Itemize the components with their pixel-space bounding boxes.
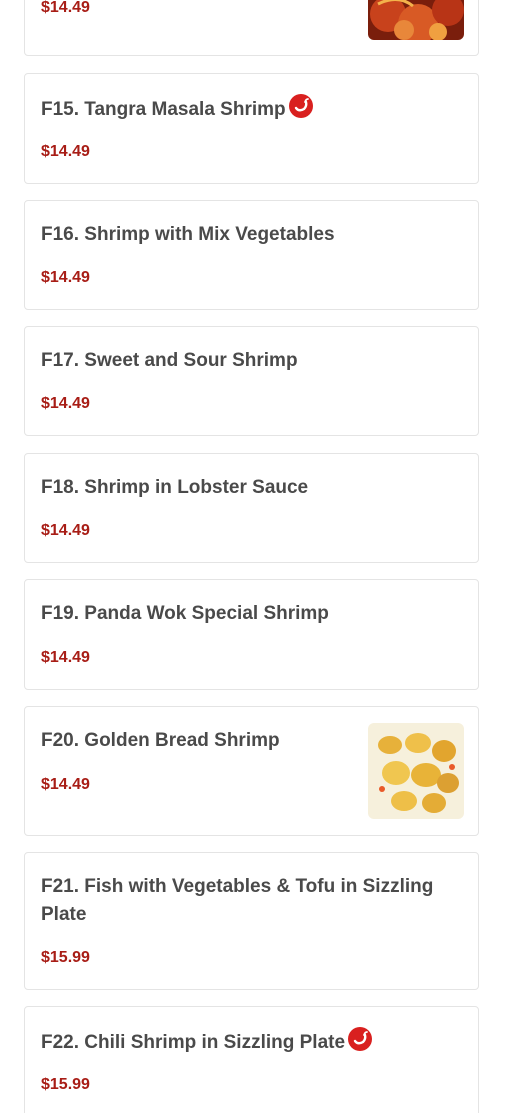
- menu-item-photo[interactable]: [368, 0, 464, 40]
- menu-item-name-text: F22. Chili Shrimp in Sizzling Plate: [41, 1031, 346, 1053]
- menu-item-price: $14.49: [41, 649, 90, 666]
- menu-item-card[interactable]: F19. Panda Wok Special Shrimp $14.49: [24, 579, 479, 690]
- menu-item-card[interactable]: F20. Golden Bread Shrimp $14.49: [24, 706, 479, 836]
- menu-item-card[interactable]: F17. Sweet and Sour Shrimp $14.49: [24, 326, 479, 436]
- menu-item-name: F18. Shrimp in Lobster Sauce: [41, 477, 309, 498]
- menu-item-card[interactable]: F16. Shrimp with Mix Vegetables $14.49: [24, 200, 479, 310]
- menu-item-name: F22. Chili Shrimp in Sizzling Plate: [41, 1027, 373, 1057]
- menu-item-photo[interactable]: [368, 723, 464, 819]
- chili-pepper-icon: [288, 94, 313, 118]
- menu-item-name: F15. Tangra Masala Shrimp: [41, 94, 313, 124]
- menu-item-name: F17. Sweet and Sour Shrimp: [41, 350, 298, 371]
- food-photo-image: [368, 0, 464, 40]
- menu-item-price: $14.49: [41, 269, 90, 286]
- menu-item-card[interactable]: F15. Tangra Masala Shrimp $14.49: [24, 73, 479, 184]
- menu-item-name: F21. Fish with Vegetables & Tofu in Sizz…: [41, 876, 434, 925]
- menu-item-price: $14.49: [41, 522, 90, 539]
- menu-item-name: F16. Shrimp with Mix Vegetables: [41, 224, 335, 245]
- menu-item-name: F20. Golden Bread Shrimp: [41, 730, 280, 751]
- menu-item-name: F19. Panda Wok Special Shrimp: [41, 603, 329, 624]
- menu-item-card[interactable]: F18. Shrimp in Lobster Sauce $14.49: [24, 453, 479, 563]
- menu-item-name-text: F15. Tangra Masala Shrimp: [41, 98, 286, 120]
- menu-item-card[interactable]: F21. Fish with Vegetables & Tofu in Sizz…: [24, 852, 479, 990]
- menu-item-price: $14.49: [41, 0, 90, 16]
- food-photo-image: [368, 723, 464, 819]
- chili-pepper-icon: [348, 1027, 373, 1051]
- menu-item-card[interactable]: F22. Chili Shrimp in Sizzling Plate $15.…: [24, 1006, 479, 1113]
- menu-item-card[interactable]: $14.49: [24, 0, 479, 56]
- menu-item-price: $15.99: [41, 949, 90, 966]
- menu-item-price: $14.49: [41, 143, 90, 160]
- menu-item-price: $14.49: [41, 395, 90, 412]
- menu-item-price: $14.49: [41, 776, 90, 793]
- menu-item-price: $15.99: [41, 1076, 90, 1093]
